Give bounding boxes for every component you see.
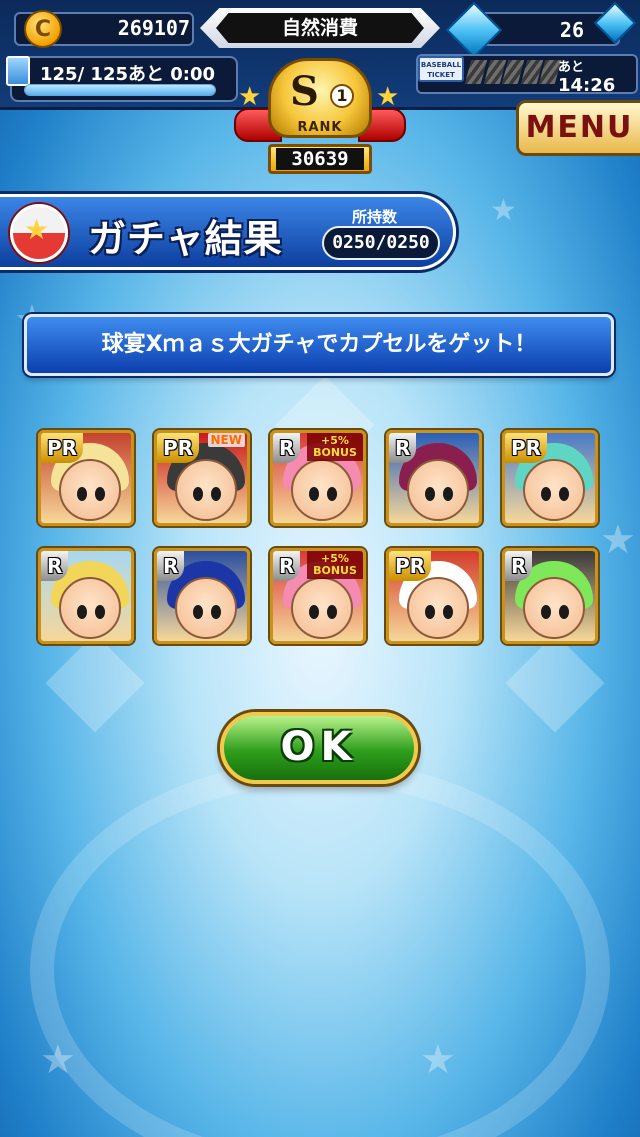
character-card[interactable]: R	[154, 548, 250, 644]
character-card[interactable]: PR	[386, 548, 482, 644]
character-eye	[443, 487, 453, 501]
character-face	[407, 577, 469, 639]
owned-count-value: 0250/0250	[322, 226, 440, 260]
rarity-badge: R	[389, 433, 417, 463]
character-face	[407, 459, 469, 521]
rarity-badge: PR	[157, 433, 200, 463]
star-decoration: ★	[600, 517, 636, 563]
character-card[interactable]: R +5% BONUS	[270, 430, 366, 526]
ticket-timer-prefix: あと	[558, 60, 585, 75]
stamina-text: 125/ 125あと 0:00	[40, 64, 216, 85]
rank-level: 1	[330, 84, 354, 108]
baseball-ticket-icon: BASEBALL TICKET	[418, 56, 464, 82]
stamina-bar	[24, 84, 216, 96]
rarity-badge: R	[505, 551, 533, 581]
character-eye	[425, 487, 435, 501]
character-face	[175, 459, 237, 521]
ticket-slots	[464, 60, 562, 84]
character-eye	[211, 487, 221, 501]
rank-label: RANK	[297, 120, 343, 135]
character-grid: PR PR NEW R +5% BONUS R PR R R R +5% BONUS PR R	[38, 430, 602, 646]
character-eye	[327, 605, 337, 619]
rank-tier: S	[290, 68, 319, 115]
character-eye	[193, 605, 203, 619]
ticket-timer-value: 14:26	[558, 75, 616, 96]
rarity-badge: PR	[505, 433, 548, 463]
rarity-badge: PR	[389, 551, 432, 581]
star-decoration: ★	[420, 1037, 456, 1083]
rarity-badge: R	[157, 551, 185, 581]
character-eye	[327, 487, 337, 501]
character-card[interactable]: PR	[38, 430, 134, 526]
character-card[interactable]: R	[38, 548, 134, 644]
rank-emblem[interactable]: ★ ★ S 1 RANK 30639	[228, 54, 412, 180]
character-face	[523, 459, 585, 521]
character-eye	[95, 487, 105, 501]
character-eye	[77, 605, 87, 619]
character-card[interactable]: PR NEW	[154, 430, 250, 526]
rarity-badge: R	[273, 433, 301, 463]
coin-icon: C	[24, 10, 62, 48]
rarity-badge: R	[273, 551, 301, 581]
character-face	[523, 577, 585, 639]
character-face	[59, 577, 121, 639]
character-eye	[309, 487, 319, 501]
stamina-drink-icon	[6, 56, 30, 86]
menu-button[interactable]: MENU	[516, 100, 640, 156]
character-eye	[95, 605, 105, 619]
page-title: ガチャ結果	[88, 217, 283, 261]
character-eye	[443, 605, 453, 619]
star-icon: ★	[24, 213, 50, 246]
ok-button[interactable]: OK	[220, 712, 418, 784]
character-eye	[425, 605, 435, 619]
character-eye	[211, 605, 221, 619]
character-eye	[541, 487, 551, 501]
ticket-timer: あと14:26	[558, 56, 640, 96]
rarity-badge: PR	[41, 433, 84, 463]
character-face	[291, 459, 353, 521]
character-card[interactable]: R +5% BONUS	[270, 548, 366, 644]
coin-value: 269107	[117, 16, 190, 40]
character-eye	[559, 487, 569, 501]
owned-count-label: 所持数	[352, 208, 398, 226]
gem-value: 26	[559, 18, 584, 42]
base-diamond-decoration	[505, 633, 605, 733]
stamina-bar-fill	[25, 85, 215, 95]
character-face	[175, 577, 237, 639]
new-badge: NEW	[207, 433, 245, 447]
character-eye	[193, 487, 203, 501]
stadium-ring-decoration	[30, 760, 610, 1137]
character-card[interactable]: PR	[502, 430, 598, 526]
character-face	[291, 577, 353, 639]
character-eye	[309, 605, 319, 619]
consumption-mode-label[interactable]: 自然消費	[216, 13, 424, 43]
bonus-badge: +5% BONUS	[307, 551, 363, 579]
rarity-badge: R	[41, 551, 69, 581]
star-decoration: ★	[40, 1037, 76, 1083]
star-decoration: ★	[490, 193, 517, 228]
rank-score: 30639	[276, 148, 364, 170]
bonus-badge: +5% BONUS	[307, 433, 363, 461]
character-face	[59, 459, 121, 521]
character-card[interactable]: R	[386, 430, 482, 526]
character-eye	[559, 605, 569, 619]
character-eye	[541, 605, 551, 619]
base-diamond-decoration	[45, 633, 145, 733]
character-eye	[77, 487, 87, 501]
character-card[interactable]: R	[502, 548, 598, 644]
result-message: 球宴Xｍａｓ大ガチャでカプセルをゲット！	[24, 314, 614, 376]
